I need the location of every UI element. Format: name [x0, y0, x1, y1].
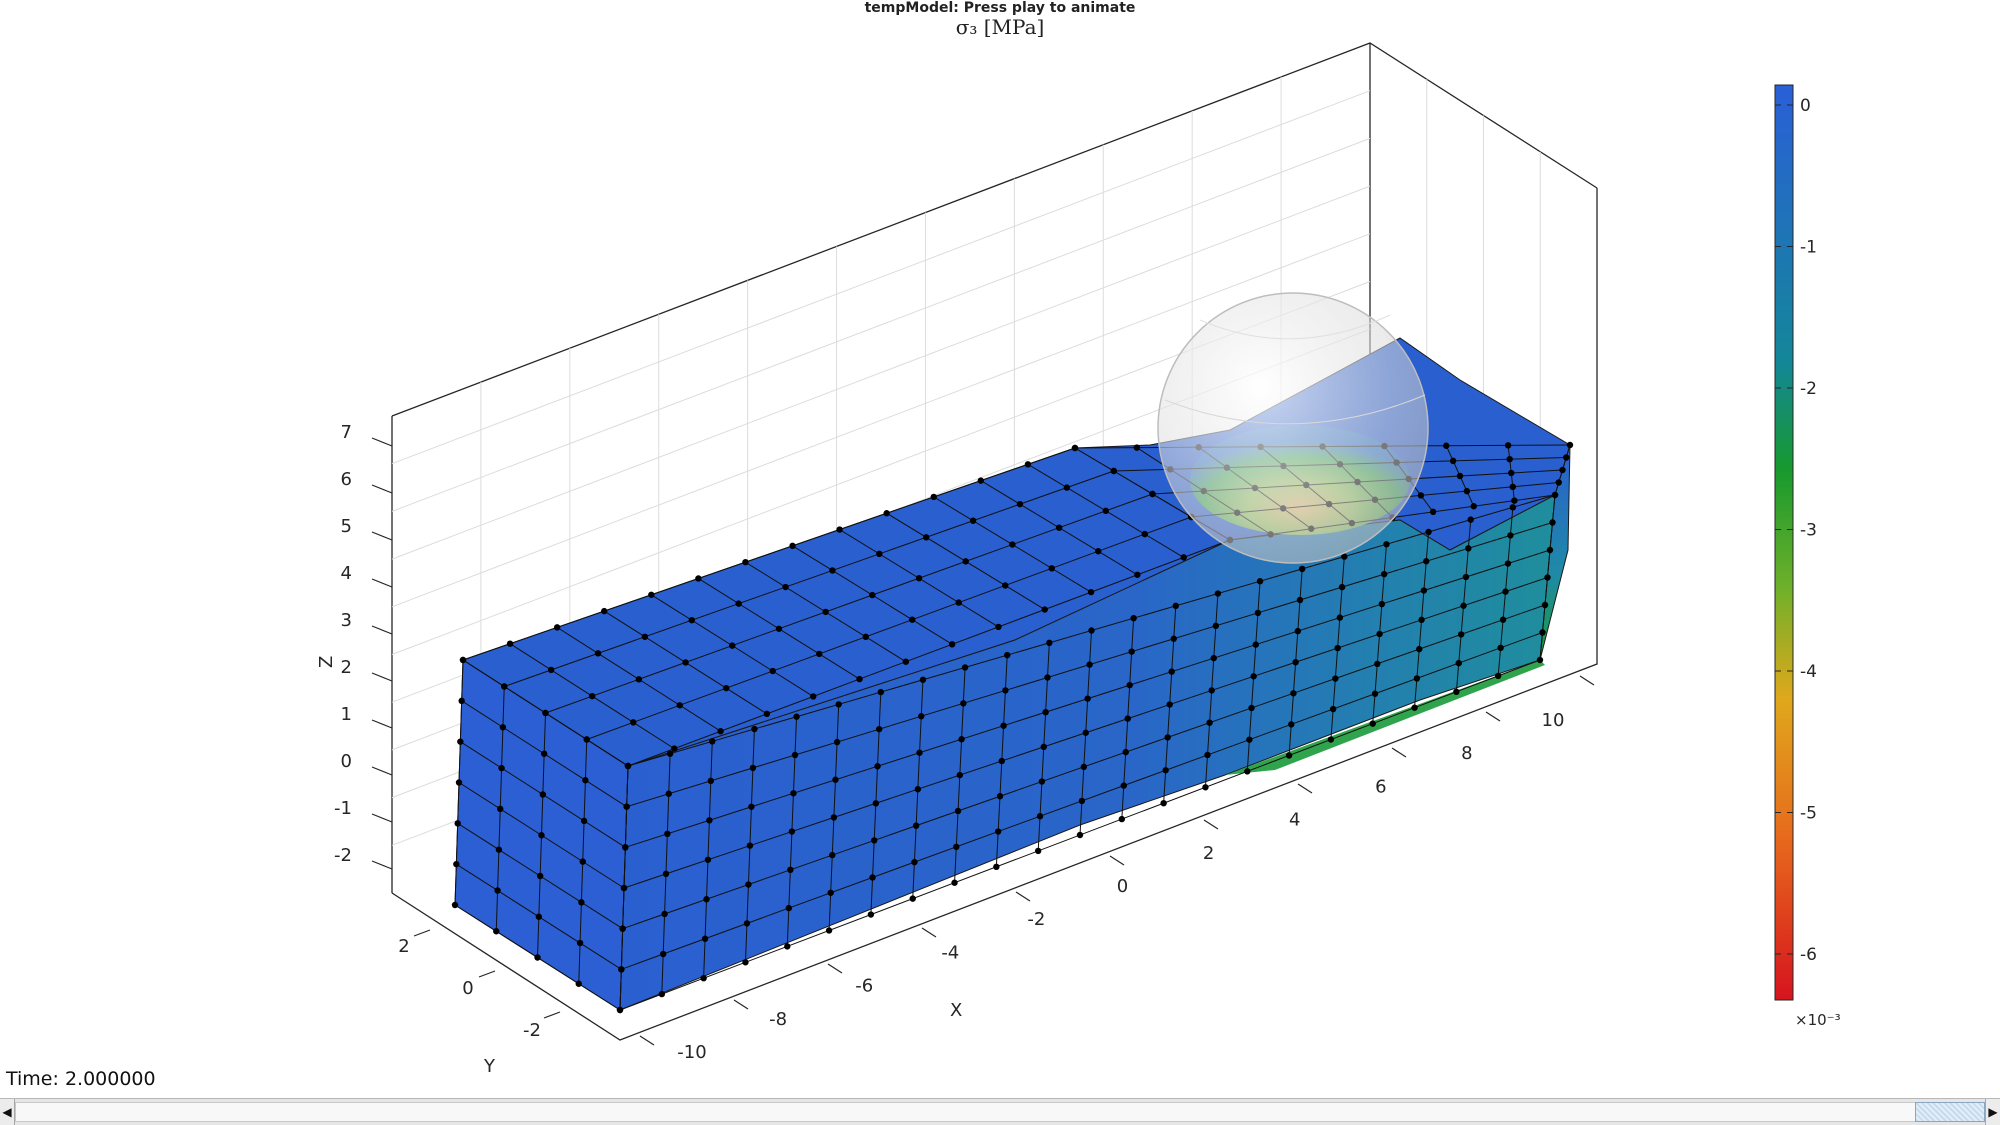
y-axis-label: Y: [483, 1056, 496, 1077]
chevron-right-icon: ▶: [1988, 1105, 1998, 1119]
x-tick-label: 0: [1117, 876, 1128, 897]
sphere-indenter: [1157, 292, 1429, 564]
colorbar-tick-label: 0: [1800, 96, 1811, 116]
z-tick-label: 1: [341, 704, 352, 725]
colorbar-tick-label: -3: [1800, 521, 1817, 541]
z-tick-label: 0: [341, 751, 352, 772]
x-tick-label: 8: [1461, 743, 1472, 764]
x-tick-label: -2: [1027, 909, 1045, 930]
z-tick-label: 4: [341, 563, 352, 584]
y-tick-label: 2: [398, 936, 409, 957]
x-tick-label: 6: [1375, 776, 1386, 797]
x-tick-label: -8: [769, 1009, 787, 1030]
colorbar-tick-label: -6: [1800, 945, 1817, 965]
y-tick-label: -2: [523, 1020, 541, 1041]
colorbar-gradient: [1774, 84, 1794, 1001]
x-tick-label: -6: [855, 976, 873, 997]
x-tick-label: 4: [1289, 810, 1300, 831]
z-tick-label: 5: [341, 516, 352, 537]
plot-area[interactable]: 76543210-1-2-10-8-6-4-2024681020-2 X Y Z…: [0, 0, 2000, 1125]
colorbar: 0 -1 -2 -3 -4 -5 -6 ×10⁻³: [1774, 84, 1841, 1029]
slider-thumb[interactable]: [1915, 1102, 1985, 1122]
slider-track[interactable]: [15, 1102, 1985, 1122]
figure-subtitle: σ₃ [MPa]: [955, 15, 1045, 39]
z-tick-label: 6: [341, 469, 352, 490]
x-tick-label: 10: [1542, 710, 1565, 731]
z-tick-label: -2: [334, 845, 352, 866]
slider-right-arrow-button[interactable]: ▶: [1985, 1099, 2000, 1125]
colorbar-tick-label: -5: [1800, 804, 1817, 824]
z-tick-label: 3: [341, 610, 352, 631]
x-tick-label: -4: [941, 942, 959, 963]
colorbar-tick-label: -1: [1800, 238, 1817, 258]
time-label: Time: 2.000000: [6, 1068, 156, 1090]
colorbar-exponent: ×10⁻³: [1795, 1011, 1841, 1029]
x-tick-label: -10: [677, 1042, 706, 1063]
time-slider[interactable]: ◀ ▶: [0, 1098, 2000, 1125]
slider-left-arrow-button[interactable]: ◀: [0, 1099, 15, 1125]
x-axis-label: X: [950, 1000, 962, 1021]
figure-title: tempModel: Press play to animate: [864, 0, 1136, 16]
colorbar-tick-label: -4: [1800, 662, 1817, 682]
z-tick-label: 7: [341, 422, 352, 443]
z-axis-label: Z: [316, 656, 337, 668]
z-tick-label: -1: [334, 798, 352, 819]
chevron-left-icon: ◀: [2, 1105, 12, 1119]
sphere-body: [1157, 292, 1429, 564]
z-tick-label: 2: [341, 657, 352, 678]
x-tick-label: 2: [1203, 843, 1214, 864]
y-tick-label: 0: [462, 978, 473, 999]
colorbar-tick-label: -2: [1800, 379, 1817, 399]
